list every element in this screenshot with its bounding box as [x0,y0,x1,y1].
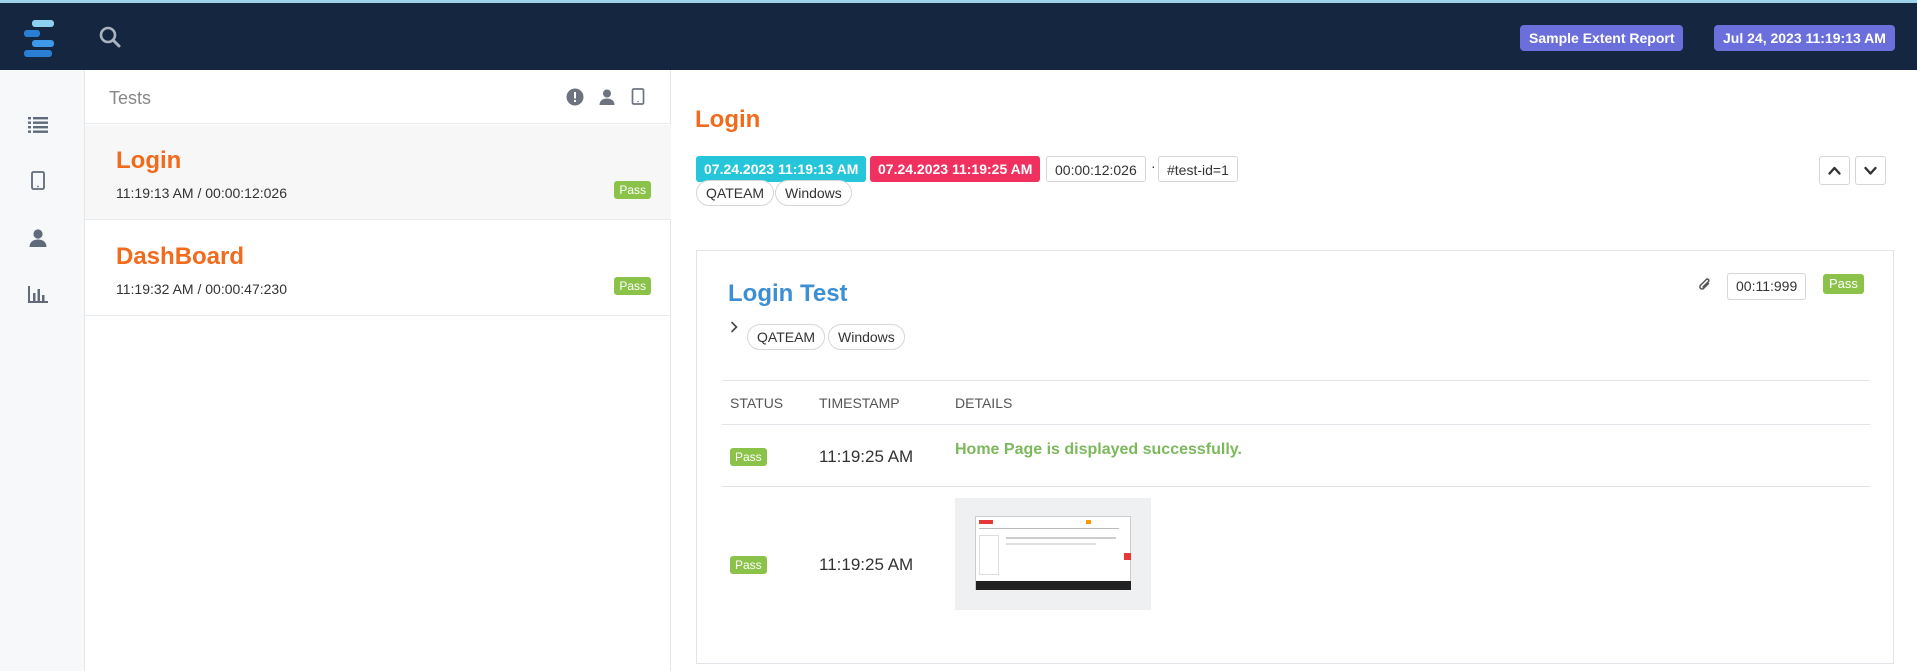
sidebar [0,70,85,671]
report-name-badge: Sample Extent Report [1520,25,1684,51]
end-time-badge: 07.24.2023 11:19:25 AM [870,156,1041,182]
log-row: Pass 11:19:25 AM Home Page is displayed … [722,426,1870,487]
test-list-item[interactable]: DashBoard 11:19:32 AM / 00:00:47:230 Pas… [85,221,671,316]
report-date-badge: Jul 24, 2023 11:19:13 AM [1714,25,1895,51]
test-id-badge: #test-id=1 [1158,156,1238,182]
column-header-status: STATUS [730,395,784,411]
list-icon[interactable] [26,112,50,136]
category-tag[interactable]: QATEAM [747,324,826,350]
column-header-timestamp: TIMESTAMP [819,395,900,411]
tests-panel-title: Tests [109,88,152,108]
test-node-card: Login Test QATEAM Windows 00:11:999 Pass… [696,250,1894,664]
status-badge: Pass [614,277,651,295]
test-list-item[interactable]: Login 11:19:13 AM / 00:00:12:026 Pass [85,125,671,220]
status-badge: Pass [614,181,651,199]
user-icon[interactable] [597,87,617,107]
node-title: Login Test [728,280,848,307]
previous-test-button[interactable] [1819,156,1850,185]
device-tag[interactable]: Windows [828,324,905,350]
category-tag[interactable]: QATEAM [696,180,775,206]
start-time-badge: 07.24.2023 11:19:13 AM [696,156,867,182]
log-timestamp: 11:19:25 AM [819,555,914,574]
log-status-badge: Pass [730,448,767,466]
tablet-icon[interactable] [628,87,648,107]
column-header-details: DETAILS [955,395,1013,411]
user-icon[interactable] [26,226,50,250]
screenshot-preview-image [975,516,1131,590]
tests-list-panel: Tests Login 11:19:13 AM / 00:00:12:026 P… [85,70,671,671]
top-navbar: Sample Extent Report Jul 24, 2023 11:19:… [0,3,1917,70]
extent-logo-icon [24,16,60,58]
test-time: 11:19:13 AM / 00:00:12:026 [116,185,287,201]
separator-dot: · [1151,158,1156,174]
detail-title: Login [695,106,761,133]
device-tag[interactable]: Windows [775,180,852,206]
log-timestamp: 11:19:25 AM [819,447,914,466]
log-details: Home Page is displayed successfully. [955,441,1242,458]
chevron-right-icon[interactable] [727,320,741,334]
test-name: Login [116,147,182,174]
node-status-badge: Pass [1823,274,1864,294]
search-icon[interactable] [98,25,122,49]
tablet-icon[interactable] [26,169,50,193]
duration-badge: 00:00:12:026 [1046,156,1146,182]
tests-list-header: Tests [85,70,671,124]
log-table-header: STATUS TIMESTAMP DETAILS [722,380,1870,425]
paperclip-icon [1697,276,1713,294]
bar-chart-icon[interactable] [26,282,50,306]
log-row: Pass 11:19:25 AM [722,488,1870,618]
log-status-badge: Pass [730,556,767,574]
test-time: 11:19:32 AM / 00:00:47:230 [116,281,287,297]
exclamation-circle-icon[interactable] [565,87,585,107]
test-name: DashBoard [116,243,245,270]
node-duration-badge: 00:11:999 [1727,273,1807,300]
screenshot-thumbnail[interactable] [955,498,1151,610]
next-test-button[interactable] [1855,156,1886,185]
test-detail-panel: Login 07.24.2023 11:19:13 AM 07.24.2023 … [672,70,1917,671]
